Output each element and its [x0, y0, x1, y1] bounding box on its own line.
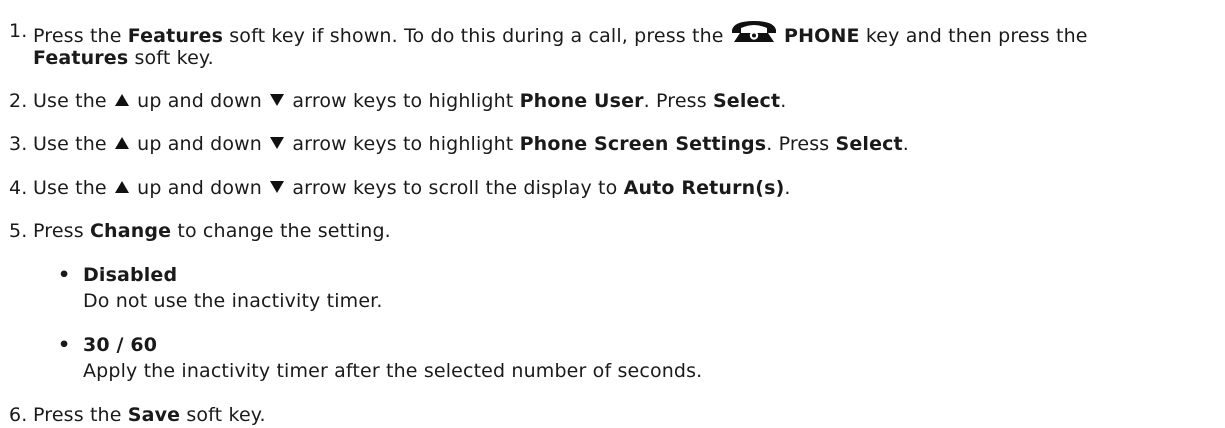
- step-number: 2.: [9, 90, 28, 112]
- step-number: 1.: [9, 20, 28, 42]
- up-arrow-icon: [114, 181, 129, 193]
- down-arrow-icon: [270, 94, 285, 106]
- step-text: Press the Features soft key if shown. To…: [33, 19, 1088, 49]
- instruction-document: 1. Press the Features soft key if shown.…: [0, 0, 1225, 426]
- step-number: 5.: [9, 220, 28, 242]
- step-text: Use the up and down arrow keys to highli…: [33, 90, 787, 112]
- menu-item-label: Phone User: [519, 90, 644, 112]
- option-description: Do not use the inactivity timer.: [83, 290, 383, 312]
- option-description: Apply the inactivity timer after the sel…: [83, 360, 703, 382]
- select-key-label: Select: [712, 90, 781, 112]
- step-number: 6.: [9, 404, 28, 426]
- bullet-icon: •: [58, 334, 71, 356]
- phone-icon: [731, 21, 776, 42]
- option-title: 30 / 60: [83, 334, 158, 356]
- change-key-label: Change: [89, 220, 172, 242]
- step-number: 4.: [9, 177, 28, 199]
- down-arrow-icon: [270, 181, 285, 193]
- step-text: Features soft key.: [33, 47, 214, 69]
- step-text: Use the up and down arrow keys to scroll…: [33, 177, 791, 199]
- option-title: Disabled: [83, 264, 178, 286]
- features-softkey-label: Features: [127, 25, 224, 47]
- save-softkey-label: Save: [127, 404, 181, 426]
- phone-key-label: PHONE: [784, 25, 860, 47]
- menu-item-label: Phone Screen Settings: [519, 133, 767, 155]
- down-arrow-icon: [270, 137, 285, 149]
- step-number: 3.: [9, 133, 28, 155]
- up-arrow-icon: [114, 94, 129, 106]
- select-key-label: Select: [835, 133, 903, 155]
- step-text: Press the Save soft key.: [33, 404, 266, 426]
- step-text: Press Change to change the setting.: [33, 220, 391, 242]
- step-text: Use the up and down arrow keys to highli…: [33, 133, 909, 155]
- setting-name-label: Auto Return(s): [623, 177, 785, 199]
- up-arrow-icon: [114, 137, 129, 149]
- bullet-icon: •: [58, 264, 71, 286]
- features-softkey-label: Features: [33, 47, 129, 69]
